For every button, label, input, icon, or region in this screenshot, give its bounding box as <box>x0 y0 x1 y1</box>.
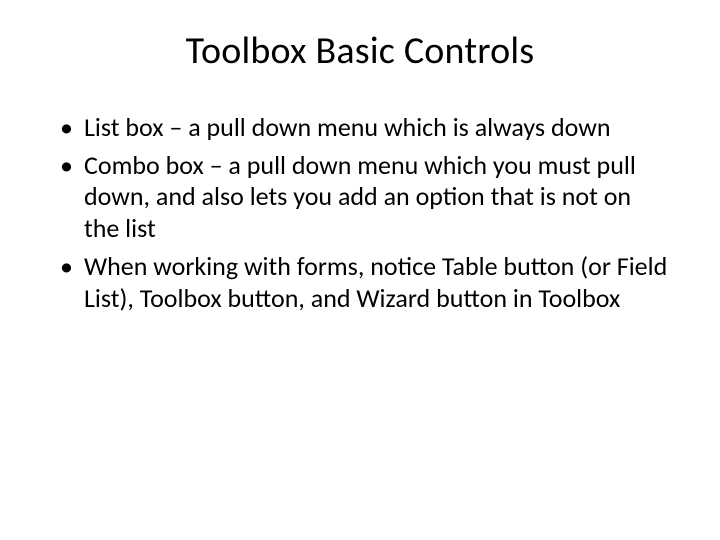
slide-title: Toolbox Basic Controls <box>50 28 670 74</box>
list-item: When working with forms, notice Table bu… <box>60 251 670 314</box>
bullet-list: List box – a pull down menu which is alw… <box>50 112 670 314</box>
list-item: List box – a pull down menu which is alw… <box>60 112 670 144</box>
slide: Toolbox Basic Controls List box – a pull… <box>0 0 720 540</box>
list-item: Combo box – a pull down menu which you m… <box>60 150 670 245</box>
